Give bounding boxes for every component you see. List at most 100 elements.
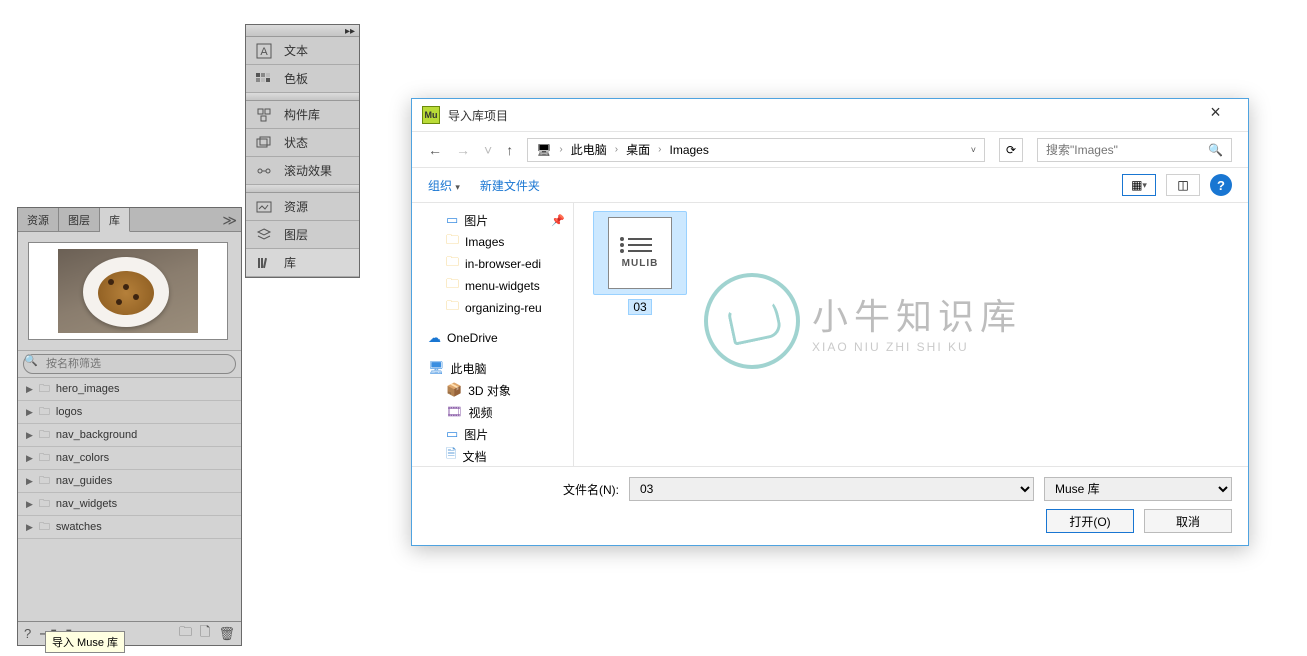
list-item[interactable]: ▶🗀nav_widgets (18, 493, 241, 516)
trash-icon[interactable]: 🗑 (218, 626, 235, 642)
panel-label: 滚动效果 (284, 162, 332, 179)
help-icon[interactable]: ? (24, 626, 31, 641)
list-item[interactable]: ▶🗀nav_background (18, 424, 241, 447)
breadcrumb[interactable]: 🖥 › 此电脑 › 桌面 › Images ˅ (527, 138, 985, 162)
tree-item[interactable]: ▭图片📌 (412, 209, 573, 231)
preview-area (18, 232, 241, 350)
onedrive-icon: ☁ (428, 330, 441, 346)
tree-item[interactable]: 🎞视频 (412, 401, 573, 423)
list-item[interactable]: ▶🗀logos (18, 401, 241, 424)
search-input[interactable] (1046, 143, 1202, 157)
pin-icon[interactable]: 📌 (551, 214, 565, 227)
view-button[interactable]: ▦ ▾ (1122, 174, 1156, 196)
dialog-title: 导入库项目 (448, 107, 1193, 124)
close-button[interactable]: × (1193, 101, 1238, 129)
states-icon (254, 133, 274, 153)
pc-icon: 🖥 (428, 360, 445, 376)
tree-item[interactable]: 🗀organizing-reu (412, 297, 573, 319)
tree-item[interactable]: 🗀menu-widgets (412, 275, 573, 297)
file-item[interactable]: MULIB 03 (588, 211, 692, 315)
text-icon: A (254, 41, 274, 61)
widgets-icon (254, 105, 274, 125)
panel-tabs: 资源 图层 库 ≫ (18, 208, 241, 232)
bc-item[interactable]: 此电脑 (571, 141, 607, 158)
muse-app-icon: Mu (422, 106, 440, 124)
flyout-icon[interactable]: ≫ (222, 212, 237, 229)
list-item[interactable]: ▶🗀nav_guides (18, 470, 241, 493)
tree-label: in-browser-edi (465, 257, 541, 271)
panel-text[interactable]: A 文本 (246, 37, 359, 65)
watermark: 小牛知识库 XIAO NIU ZHI SHI KU (704, 273, 1022, 369)
filter-select[interactable]: Muse 库 (1044, 477, 1232, 501)
panel-header: ▸▸ (246, 25, 359, 37)
refresh-button[interactable]: ⟳ (999, 138, 1023, 162)
chevron-right-icon: › (615, 144, 618, 155)
folder-icon: 🗀 (39, 426, 50, 445)
tree-item[interactable]: 🗀 in-browser-edi (412, 253, 573, 275)
preview-pane-button[interactable]: ◫ (1166, 174, 1200, 196)
new-folder-button[interactable]: 新建文件夹 (480, 177, 540, 194)
help-button[interactable]: ? (1210, 174, 1232, 196)
swatches-icon (254, 69, 274, 89)
tree-label: 图片 (464, 212, 488, 229)
chevron-down-icon[interactable]: ˅ (971, 145, 976, 155)
item-label: swatches (56, 521, 102, 533)
bc-item[interactable]: 桌面 (626, 141, 650, 158)
item-label: nav_guides (56, 475, 112, 487)
tree-label: 文档 (462, 448, 486, 465)
filename-label: 文件名(N): (563, 481, 619, 498)
tab-layers[interactable]: 图层 (59, 208, 100, 231)
back-icon[interactable]: ← (428, 142, 442, 158)
open-button[interactable]: 打开(O) (1046, 509, 1134, 533)
tree-item[interactable]: 🗎 文档 (412, 445, 573, 466)
library-icon (254, 253, 274, 273)
nav-bar: ← → ˅ ↑ 🖥 › 此电脑 › 桌面 › Images ˅ ⟳ 🔍 (412, 131, 1248, 167)
search-icon[interactable]: 🔍 (1208, 143, 1223, 157)
collapse-icon[interactable]: ▸▸ (345, 26, 355, 37)
search-box[interactable]: 🔍 (1037, 138, 1232, 162)
tree-label: 图片 (464, 426, 488, 443)
watermark-en: XIAO NIU ZHI SHI KU (812, 340, 1022, 354)
folder-icon: 🗀 (446, 253, 459, 275)
chevron-right-icon: › (559, 144, 562, 155)
filename-input[interactable]: 03 (629, 477, 1034, 501)
list-item[interactable]: ▶🗀hero_images (18, 378, 241, 401)
panel-layers[interactable]: 图层 (246, 221, 359, 249)
tree-item[interactable]: ☁OneDrive (412, 327, 573, 349)
panel-assets[interactable]: 资源 (246, 193, 359, 221)
panel-scroll[interactable]: 滚动效果 (246, 157, 359, 185)
recent-dropdown-icon[interactable]: ˅ (484, 142, 492, 158)
panel-states[interactable]: 状态 (246, 129, 359, 157)
panel-widgets-lib[interactable]: 构件库 (246, 101, 359, 129)
tree-item[interactable]: 📦3D 对象 (412, 379, 573, 401)
tree-item[interactable]: 🗀Images (412, 231, 573, 253)
folder-icon: 🗀 (39, 495, 50, 514)
filter-input[interactable] (23, 354, 236, 374)
panel-library[interactable]: 库 (246, 249, 359, 277)
up-icon[interactable]: ↑ (506, 142, 513, 158)
assets-icon (254, 197, 274, 217)
chevron-right-icon: ▶ (26, 453, 33, 464)
tab-assets[interactable]: 资源 (18, 208, 59, 231)
chevron-right-icon: ▶ (26, 384, 33, 395)
3d-icon: 📦 (446, 382, 462, 398)
tab-library[interactable]: 库 (100, 208, 130, 232)
watermark-cn: 小牛知识库 (812, 288, 1022, 340)
dialog-footer: 文件名(N): 03 Muse 库 打开(O) 取消 (412, 466, 1248, 545)
scroll-icon (254, 161, 274, 181)
document-icon: 🗎 (446, 445, 456, 466)
chevron-right-icon: ▶ (26, 499, 33, 510)
tree-item[interactable]: ▭图片 (412, 423, 573, 445)
folder-icon: 🗀 (39, 449, 50, 468)
organize-button[interactable]: 组织 ▾ (428, 177, 460, 194)
folder-icon[interactable]: 🗀 (179, 623, 192, 645)
list-item[interactable]: ▶🗀nav_colors (18, 447, 241, 470)
list-item[interactable]: ▶🗀swatches (18, 516, 241, 539)
file-list[interactable]: MULIB 03 小牛知识库 XIAO NIU ZHI SHI KU (574, 203, 1248, 466)
bc-item[interactable]: Images (669, 143, 708, 157)
cancel-button[interactable]: 取消 (1144, 509, 1232, 533)
panel-swatches[interactable]: 色板 (246, 65, 359, 93)
new-page-icon[interactable]: 🗋 (200, 623, 210, 645)
forward-icon[interactable]: → (456, 142, 470, 158)
tree-item[interactable]: 🖥此电脑 (412, 357, 573, 379)
